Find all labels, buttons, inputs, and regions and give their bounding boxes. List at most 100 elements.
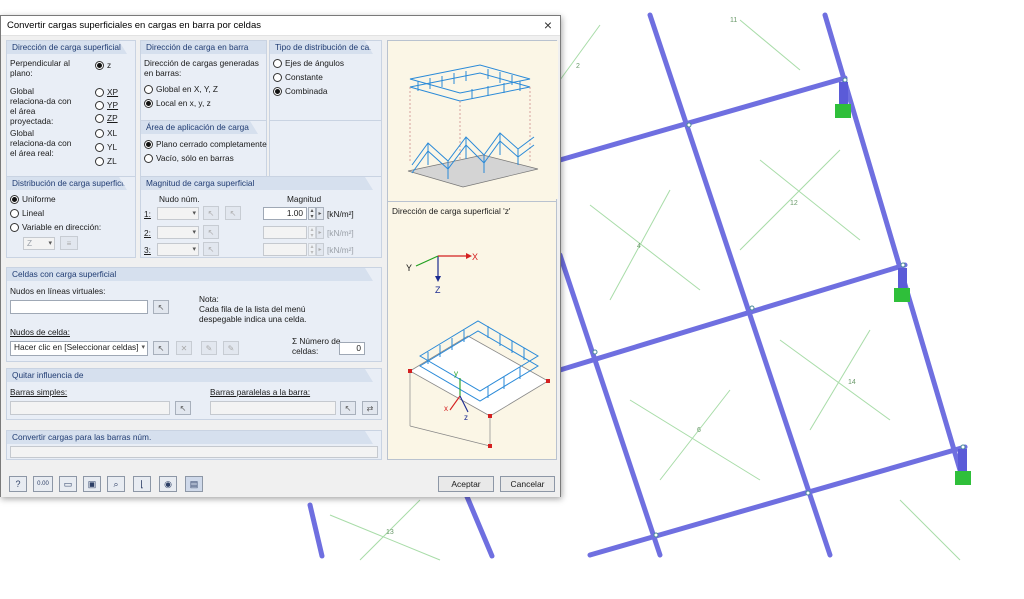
group-header: Magnitud de carga superficial bbox=[141, 177, 373, 190]
group-header: Convertir cargas para las barras núm. bbox=[7, 431, 373, 444]
group-header: Distribución de carga superficial bbox=[7, 177, 127, 190]
title-bar: Convertir cargas superficiales en cargas… bbox=[1, 16, 560, 36]
node-select-1[interactable]: ▾ bbox=[157, 207, 199, 220]
radio-constant[interactable]: Constante bbox=[273, 72, 323, 82]
node-number-column: Nudo núm. bbox=[159, 194, 200, 204]
cell-nodes-label: Nudos de celda: bbox=[10, 327, 70, 337]
radio-variable-direction[interactable]: Variable en dirección: bbox=[10, 222, 101, 232]
group-header: Dirección de carga superficial bbox=[7, 41, 127, 54]
group-header: Celdas con carga superficial bbox=[7, 268, 373, 281]
magnitude-input-2[interactable] bbox=[263, 226, 307, 239]
load-magnitude-group: Magnitud de carga superficial Nudo núm. … bbox=[140, 176, 382, 258]
radio-zp[interactable]: ZP bbox=[95, 113, 118, 123]
parallel-members-input[interactable] bbox=[210, 401, 336, 415]
group-header: Tipo de distribución de carga bbox=[270, 41, 373, 54]
magnitude-spin[interactable]: ▴ ▾ bbox=[308, 243, 316, 256]
eye-icon[interactable]: ◉ bbox=[159, 476, 177, 492]
radio-uniform[interactable]: Uniforme bbox=[10, 194, 56, 204]
magnitude-column: Magnitud bbox=[287, 194, 322, 204]
axis-y-label: Y bbox=[406, 263, 412, 273]
direction-preview: Y X Z y x z bbox=[406, 252, 550, 448]
parallel-members-label: Barras paralelas a la barra: bbox=[210, 387, 311, 397]
cell-count-value: 0 bbox=[339, 342, 365, 355]
cell-label: 6 bbox=[697, 427, 701, 434]
radio-closed-plane[interactable]: Plano cerrado completamente bbox=[144, 139, 267, 149]
radio-xp[interactable]: XP bbox=[95, 87, 118, 97]
arrow-right-icon[interactable]: ▸ bbox=[316, 207, 324, 220]
virtual-nodes-input[interactable] bbox=[10, 300, 148, 314]
radio-zl[interactable]: ZL bbox=[95, 156, 117, 166]
pick-virtual-nodes-icon[interactable]: ↖ bbox=[153, 300, 169, 314]
close-icon[interactable]: × bbox=[544, 17, 552, 33]
edit-direction-icon[interactable]: ≡ bbox=[60, 236, 78, 250]
magnitude-spin[interactable]: ▴ ▾ bbox=[308, 226, 316, 239]
cells-group: Celdas con carga superficial Nudos en lí… bbox=[6, 267, 382, 362]
ok-button[interactable]: Aceptar bbox=[438, 476, 494, 492]
surface-load-direction-group: Dirección de carga superficial Perpendic… bbox=[6, 40, 136, 182]
magnitude-input-1[interactable]: 1.00 bbox=[263, 207, 307, 220]
direction-select[interactable]: Z ▾ bbox=[23, 237, 55, 250]
pick-simple-members-icon[interactable]: ↖ bbox=[175, 401, 191, 415]
radio-linear[interactable]: Lineal bbox=[10, 208, 44, 218]
delete-cell-icon[interactable]: ✕ bbox=[176, 341, 192, 355]
cell-count-label: Σ Número de celdas: bbox=[292, 336, 341, 356]
cell-label: 4 bbox=[637, 243, 641, 250]
radio-z[interactable]: z bbox=[95, 60, 111, 70]
pick-node-icon[interactable]: ↖ bbox=[203, 225, 219, 239]
radio-xl[interactable]: XL bbox=[95, 128, 117, 138]
cell-nodes-select[interactable]: Hacer clic en [Seleccionar celdas] ▾ bbox=[10, 341, 148, 356]
radio-yp[interactable]: YP bbox=[95, 100, 118, 110]
select-cells-icon[interactable]: ↖ bbox=[153, 341, 169, 355]
radio-yl[interactable]: YL bbox=[95, 142, 117, 152]
note-title: Nota: bbox=[199, 294, 219, 304]
zoom-icon[interactable]: ⌕ bbox=[107, 476, 125, 492]
radio-global-xyz[interactable]: Global en X, Y, Z bbox=[144, 84, 218, 94]
axes-icon[interactable]: ⌊ bbox=[133, 476, 151, 492]
radio-angle-axes[interactable]: Ejes de ángulos bbox=[273, 58, 344, 68]
cancel-button[interactable]: Cancelar bbox=[500, 476, 555, 492]
cell-label: 2 bbox=[576, 63, 580, 70]
generated-direction-label: Dirección de cargas generadas en barras: bbox=[144, 58, 259, 78]
open-icon[interactable]: ▭ bbox=[59, 476, 77, 492]
convert-members-group: Convertir cargas para las barras núm. bbox=[6, 430, 382, 460]
display-icon[interactable]: ▤ bbox=[185, 476, 203, 492]
pick-node-icon[interactable]: ↖ bbox=[203, 206, 219, 220]
convert-loads-dialog: Convertir cargas superficiales en cargas… bbox=[0, 15, 561, 497]
unit-label: [kN/m²] bbox=[327, 209, 354, 219]
pick-node-icon[interactable]: ↖ bbox=[203, 242, 219, 256]
simple-members-input[interactable] bbox=[10, 401, 170, 415]
node-select-3[interactable]: ▾ bbox=[157, 243, 199, 256]
projected-label: Global relaciona-da con el área proyecta… bbox=[10, 86, 72, 126]
magnitude-spin[interactable]: ▴ ▾ bbox=[308, 207, 316, 220]
radio-local-xyz[interactable]: Local en x, y, z bbox=[144, 98, 211, 108]
node-select-2[interactable]: ▾ bbox=[157, 226, 199, 239]
dialog-footer: ? 0.00 ▭ ▣ ⌕ ⌊ ◉ ▤ Aceptar Cancelar bbox=[1, 472, 560, 497]
units-icon[interactable]: 0.00 bbox=[33, 476, 53, 492]
member-load-direction-group: Dirección de carga en barra Dirección de… bbox=[140, 40, 267, 130]
pick-node-alt-icon[interactable]: ↖ bbox=[225, 206, 241, 220]
magnitude-input-3[interactable] bbox=[263, 243, 307, 256]
preview-caption: Dirección de carga superficial 'z' bbox=[392, 206, 511, 216]
supports bbox=[835, 82, 971, 485]
pick-parallel-members-icon[interactable]: ↖ bbox=[340, 401, 356, 415]
save-icon[interactable]: ▣ bbox=[83, 476, 101, 492]
edit-cell-icon[interactable]: ✎ bbox=[201, 341, 217, 355]
group-header: Área de aplicación de carga bbox=[141, 121, 258, 134]
parallel-filter-icon[interactable]: ⇄ bbox=[362, 401, 378, 415]
row-label: 2: bbox=[144, 228, 151, 238]
axis-z-label: Z bbox=[435, 285, 441, 295]
surface-load-distribution-group: Distribución de carga superficial Unifor… bbox=[6, 176, 136, 258]
arrow-right-icon[interactable]: ▸ bbox=[316, 243, 324, 256]
dialog-title: Convertir cargas superficiales en cargas… bbox=[7, 20, 261, 31]
edit-cell-alt-icon[interactable]: ✎ bbox=[223, 341, 239, 355]
distribution-type-group: Tipo de distribución de carga Ejes de án… bbox=[269, 40, 382, 130]
radio-combined[interactable]: Combinada bbox=[273, 86, 327, 96]
cell-label: 12 bbox=[790, 200, 798, 207]
remove-influence-group: Quitar influencia de Barras simples: ↖ B… bbox=[6, 368, 382, 420]
group-header: Quitar influencia de bbox=[7, 369, 373, 382]
local-y-label: y bbox=[454, 369, 458, 378]
arrow-right-icon[interactable]: ▸ bbox=[316, 226, 324, 239]
radio-void-members[interactable]: Vacío, sólo en barras bbox=[144, 153, 234, 163]
help-icon[interactable]: ? bbox=[9, 476, 27, 492]
convert-members-input[interactable] bbox=[10, 446, 378, 458]
